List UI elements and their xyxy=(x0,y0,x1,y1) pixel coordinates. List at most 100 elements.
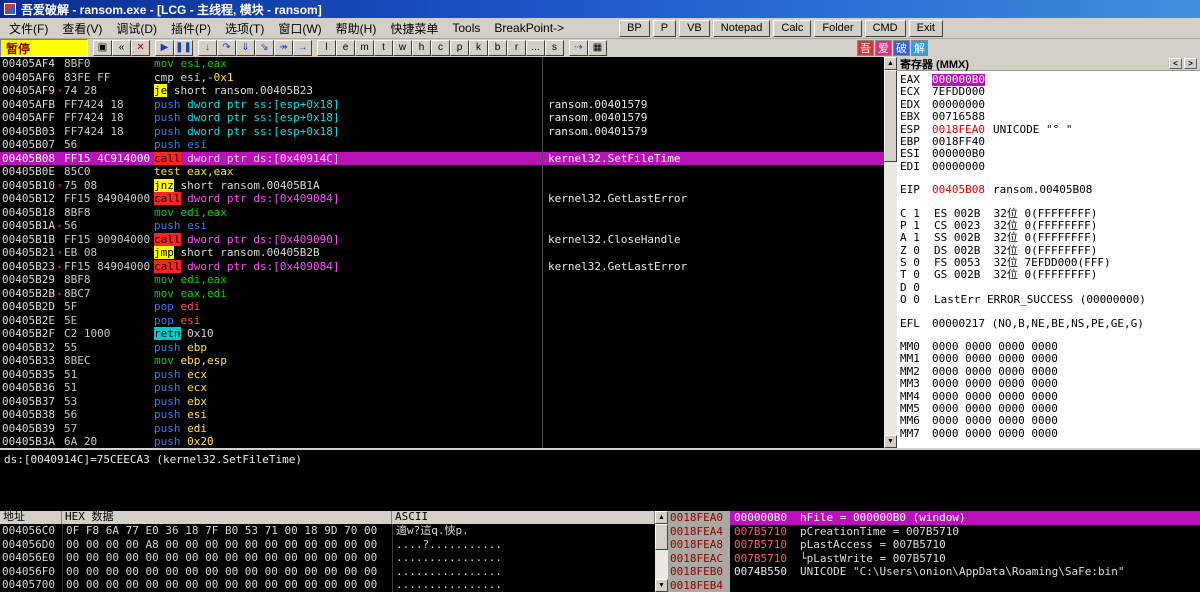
disasm-row[interactable]: 00405B18 8BF8 mov edi,eax xyxy=(0,205,884,219)
disassembly-pane[interactable]: 00405AF4 8BF0 mov esi,eax 00405AF6 83FE FF cm… xyxy=(0,57,884,448)
logo-block[interactable]: 解 xyxy=(911,40,928,56)
references-icon[interactable]: r xyxy=(507,40,526,56)
mmx-row[interactable]: MM1 0000 0000 0000 0000 xyxy=(900,353,1200,366)
close-icon[interactable]: ✕ xyxy=(131,40,150,56)
scroll-thumb[interactable] xyxy=(655,524,668,550)
menu-item[interactable]: Tools xyxy=(445,19,487,37)
title-bar[interactable]: 吾爱破解 - ransom.exe - [LCG - 主线程, 模块 - ran… xyxy=(0,0,1200,18)
disasm-row[interactable]: 00405B07 56 push esi xyxy=(0,138,884,152)
restart-icon[interactable]: « xyxy=(112,40,131,56)
source-icon[interactable]: s xyxy=(545,40,564,56)
run-icon[interactable]: ▶ xyxy=(155,40,174,56)
dump-row[interactable]: 004056F0 00 00 00 00 00 00 00 00 00 00 00… xyxy=(0,564,655,579)
memory-icon[interactable]: m xyxy=(355,40,374,56)
disasm-row[interactable]: 00405B35 51 push ecx xyxy=(0,367,884,381)
disasm-row[interactable]: 00405B39 57 push edi xyxy=(0,421,884,435)
disasm-row[interactable]: 00405B03 FF7424 18 push dword ptr ss:[esp+… xyxy=(0,124,884,138)
disasm-row[interactable]: 00405B37 53 push ebx xyxy=(0,394,884,408)
scroll-up-icon[interactable]: ▲ xyxy=(884,57,897,70)
quick-button-vb[interactable]: VB xyxy=(679,19,710,37)
cpu-icon[interactable]: c xyxy=(431,40,450,56)
menu-item[interactable]: 帮助(H) xyxy=(329,18,384,39)
menu-item[interactable]: 文件(F) xyxy=(2,18,55,39)
quick-button-cmd[interactable]: CMD xyxy=(864,19,906,37)
stack-row[interactable]: 0018FEB4 xyxy=(668,578,1200,592)
handles-icon[interactable]: h xyxy=(412,40,431,56)
menu-item[interactable]: 查看(V) xyxy=(55,18,109,39)
register-row[interactable]: EBX 00716588 xyxy=(900,110,1200,123)
log-icon[interactable]: l xyxy=(317,40,336,56)
mmx-row[interactable]: MM6 0000 0000 0000 0000 xyxy=(900,414,1200,427)
disasm-row[interactable]: 00405B12 FF15 84904000 call dword ptr ds:[… xyxy=(0,192,884,206)
quick-button-notepad[interactable]: Notepad xyxy=(712,19,771,37)
options-icon[interactable]: ▦ xyxy=(588,40,607,56)
scroll-up-icon[interactable]: ▲ xyxy=(655,511,668,524)
patches-icon[interactable]: p xyxy=(450,40,469,56)
disasm-row[interactable]: 00405B10 ▾ 75 08 jnz short ransom.00405B1A xyxy=(0,178,884,192)
disasm-row[interactable]: 00405B3A 6A 20 push 0x20 xyxy=(0,435,884,448)
disasm-row[interactable]: 00405B1B FF15 90904000 call dword ptr ds:[… xyxy=(0,232,884,246)
pause-icon[interactable]: ❚❚ xyxy=(174,40,193,56)
goto-icon[interactable]: → xyxy=(293,40,312,56)
stack-row[interactable]: 0018FEA8 007B5710 pLastAccess = 007B5710 xyxy=(668,538,1200,552)
dump-row[interactable]: 004056E0 00 00 00 00 00 00 00 00 00 00 00… xyxy=(0,551,655,565)
disasm-row[interactable]: 00405AF6 83FE FF cmp esi,-0x1 xyxy=(0,70,884,84)
disasm-scrollbar[interactable]: ▲ ▼ xyxy=(884,57,897,448)
dump-scrollbar[interactable]: ▲ ▼ xyxy=(655,511,668,592)
dump-row[interactable]: 00405700 00 00 00 00 00 00 00 00 00 00 00… xyxy=(0,578,655,592)
menu-item[interactable]: 快捷菜单 xyxy=(383,18,445,39)
flag-row[interactable]: A 1 SS 002B 32位 0(FFFFFFFF) xyxy=(900,231,1200,244)
quick-button-folder[interactable]: Folder xyxy=(814,19,862,37)
scroll-down-icon[interactable]: ▼ xyxy=(655,579,668,592)
quick-button-bp[interactable]: BP xyxy=(619,19,650,37)
scroll-down-icon[interactable]: ▼ xyxy=(884,435,897,448)
flag-row[interactable]: T 0 GS 002B 32位 0(FFFFFFFF) xyxy=(900,269,1200,282)
stack-pane[interactable]: 0018FEA0 000000B0 hFile = 000000B0 (window… xyxy=(668,511,1200,592)
registers-pane[interactable]: 寄存器 (MMX) < > EAX 000000B0 ECX 7EFDD000 EDX 0… xyxy=(897,57,1200,448)
quick-button-calc[interactable]: Calc xyxy=(773,19,812,37)
step-over-icon[interactable]: ↷ xyxy=(217,40,236,56)
disasm-row[interactable]: 00405B32 55 push ebp xyxy=(0,340,884,354)
disasm-row[interactable]: 00405B2F C2 1000 retn 0x10 xyxy=(0,327,884,341)
registers-next-icon[interactable]: > xyxy=(1184,58,1197,69)
executables-icon[interactable]: e xyxy=(336,40,355,56)
disasm-row[interactable]: 00405B29 8BF8 mov edi,eax xyxy=(0,273,884,287)
disasm-row[interactable]: 00405B33 8BEC mov ebp,esp xyxy=(0,354,884,368)
eflags-row[interactable]: EFL 00000217 (NO,B,NE,BE,NS,PE,GE,G) xyxy=(900,317,1200,330)
runtrace-icon[interactable]: ... xyxy=(526,40,545,56)
menu-item[interactable]: 插件(P) xyxy=(164,18,218,39)
menu-item[interactable]: 选项(T) xyxy=(218,18,271,39)
disasm-row[interactable]: 00405B2B ▸ 8BC7 mov eax,edi xyxy=(0,286,884,300)
disasm-row[interactable]: 00405AF4 8BF0 mov esi,eax xyxy=(0,57,884,71)
disasm-row[interactable]: 00405B0E 85C0 test eax,eax xyxy=(0,165,884,179)
disasm-row[interactable]: 00405B21 ▾ EB 08 jmp short ransom.00405B2B xyxy=(0,246,884,260)
animate-over-icon[interactable]: ⇘ xyxy=(255,40,274,56)
register-row[interactable]: ESI 000000B0 xyxy=(900,147,1200,160)
quick-button-exit[interactable]: Exit xyxy=(908,19,943,37)
logo-block[interactable]: 破 xyxy=(893,40,910,56)
menu-item[interactable]: 窗口(W) xyxy=(271,18,328,39)
run-to-return-icon[interactable]: ↠ xyxy=(274,40,293,56)
menu-item[interactable]: 调试(D) xyxy=(109,18,164,39)
disasm-row[interactable]: 00405AF9 ▾ 74 28 je short ransom.00405B23 xyxy=(0,84,884,98)
disasm-row[interactable]: 00405B23 ▸ FF15 84904000 call dword ptr ds:… xyxy=(0,259,884,273)
register-row[interactable]: ECX 7EFDD000 xyxy=(900,85,1200,98)
disasm-row[interactable]: 00405B2E 5E pop esi xyxy=(0,313,884,327)
stack-row[interactable]: 0018FEA4 007B5710 pCreationTime = 007B5710 xyxy=(668,524,1200,538)
scroll-thumb[interactable] xyxy=(884,70,897,162)
threads-icon[interactable]: t xyxy=(374,40,393,56)
dump-pane[interactable]: 地址 HEX 数据 ASCII 004056C0 0F F8 6A 77 E0 36 … xyxy=(0,511,655,592)
trace-icon[interactable]: ⇢ xyxy=(569,40,588,56)
register-row[interactable]: EDI 00000000 xyxy=(900,160,1200,173)
stack-row[interactable]: 0018FEB0 0074B550 UNICODE "C:\Users\onion\… xyxy=(668,565,1200,579)
disasm-row[interactable]: 00405AFB FF7424 18 push dword ptr ss:[esp+… xyxy=(0,97,884,111)
animate-into-icon[interactable]: ⇓ xyxy=(236,40,255,56)
mmx-row[interactable]: MM3 0000 0000 0000 0000 xyxy=(900,377,1200,390)
disasm-row[interactable]: 00405B36 51 push ecx xyxy=(0,381,884,395)
stack-row[interactable]: 0018FEA0 000000B0 hFile = 000000B0 (window… xyxy=(668,511,1200,525)
step-into-icon[interactable]: ↓ xyxy=(198,40,217,56)
menu-item[interactable]: BreakPoint-> xyxy=(487,19,571,37)
quick-button-p[interactable]: P xyxy=(652,19,677,37)
callstack-icon[interactable]: k xyxy=(469,40,488,56)
disasm-row[interactable]: 00405B08 FF15 4C914000 call dword ptr ds:[… xyxy=(0,151,884,165)
